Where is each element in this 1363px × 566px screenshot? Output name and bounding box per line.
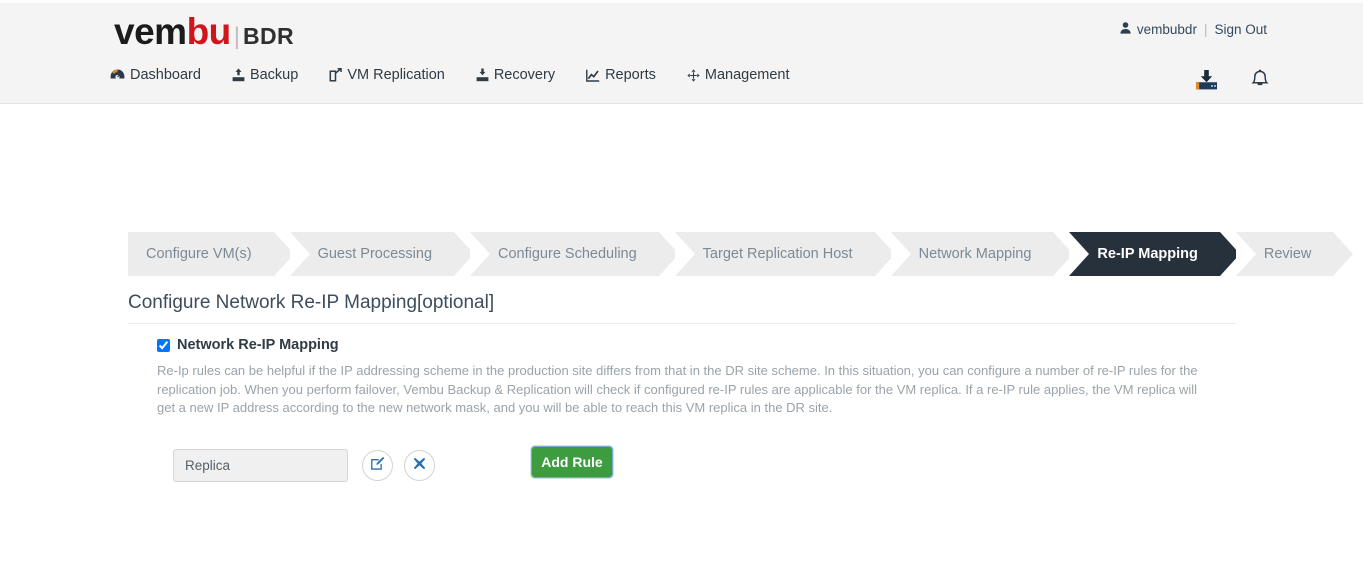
wizard-step-re-ip-mapping[interactable]: Re-IP Mapping (1069, 232, 1241, 276)
edit-rule-button[interactable] (362, 450, 393, 481)
logo-separator: | (233, 23, 240, 50)
wizard-step-label: Review (1263, 246, 1312, 262)
user-divider: | (1203, 22, 1208, 37)
close-icon (413, 457, 426, 474)
nav-item-recovery[interactable]: Recovery (476, 67, 555, 83)
wizard-step-review[interactable]: Review (1235, 232, 1353, 276)
wizard-step-configure-vms[interactable]: Configure VM(s) (128, 232, 294, 276)
wizard-step-network-mapping[interactable]: Network Mapping (890, 232, 1074, 276)
nav-label-recovery: Recovery (493, 67, 556, 83)
rule-name-input[interactable] (173, 449, 348, 482)
wizard-step-label: Target Replication Host (702, 246, 853, 262)
reip-description-text: Re-Ip rules can be helpful if the IP add… (157, 363, 1198, 416)
nav-label-dashboard: Dashboard (130, 67, 201, 83)
user-icon (1120, 22, 1131, 37)
network-reip-mapping-checkbox-row[interactable]: Network Re-IP Mapping (157, 337, 339, 353)
nav-item-reports[interactable]: Reports (586, 67, 656, 83)
nav-item-vm-replication[interactable]: VM Replication (329, 67, 445, 83)
reip-rule-row (173, 449, 435, 482)
download-icon (476, 68, 489, 82)
main-navigation: Dashboard Backup VM Replication Recovery… (110, 67, 790, 83)
add-rule-button[interactable]: Add Rule (531, 446, 613, 478)
dashboard-icon (110, 69, 125, 82)
nav-item-backup[interactable]: Backup (232, 67, 298, 83)
share-icon (329, 68, 343, 82)
user-account-area: vembubdr | Sign Out (1120, 22, 1267, 37)
wizard-step-label: Configure VM(s) (146, 246, 252, 262)
delete-rule-button[interactable] (404, 450, 435, 481)
nav-item-dashboard[interactable]: Dashboard (110, 67, 201, 83)
title-divider (128, 323, 1236, 324)
page-title: Configure Network Re-IP Mapping[optional… (128, 292, 495, 313)
logo-product: BDR (243, 23, 295, 49)
nav-label-management: Management (704, 67, 790, 83)
nav-item-management[interactable]: Management (687, 67, 790, 83)
edit-icon (370, 456, 385, 476)
upload-icon (232, 68, 245, 82)
sign-out-link[interactable]: Sign Out (1214, 22, 1267, 37)
nav-label-vm-replication: VM Replication (347, 67, 445, 83)
wizard-step-guest-processing[interactable]: Guest Processing (289, 232, 475, 276)
move-icon (687, 68, 700, 82)
nav-label-backup: Backup (249, 67, 299, 83)
bell-icon[interactable] (1250, 69, 1270, 96)
network-reip-mapping-label: Network Re-IP Mapping (177, 337, 339, 353)
username-label: vembubdr (1136, 22, 1197, 37)
download-icon[interactable] (1194, 69, 1219, 96)
wizard-step-label: Network Mapping (918, 246, 1032, 262)
header-actions (1194, 69, 1270, 96)
wizard-step-label: Configure Scheduling (498, 246, 637, 262)
logo-text-primary: vem (114, 11, 187, 52)
chart-line-icon (586, 69, 600, 82)
logo-text-accent: bu (186, 11, 232, 52)
wizard-step-label: Guest Processing (317, 246, 433, 262)
brand-logo[interactable]: vem bu | BDR (114, 13, 294, 51)
wizard-step-configure-scheduling[interactable]: Configure Scheduling (470, 232, 679, 276)
network-reip-mapping-checkbox[interactable] (157, 338, 170, 352)
wizard-step-target-replication-host[interactable]: Target Replication Host (674, 232, 895, 276)
wizard-breadcrumb: Configure VM(s) Guest Processing Configu… (128, 232, 1353, 276)
wizard-step-label: Re-IP Mapping (1097, 246, 1198, 262)
app-header: vem bu | BDR vembubdr | Sign Out Dashboa… (0, 0, 1363, 104)
nav-label-reports: Reports (605, 67, 656, 83)
